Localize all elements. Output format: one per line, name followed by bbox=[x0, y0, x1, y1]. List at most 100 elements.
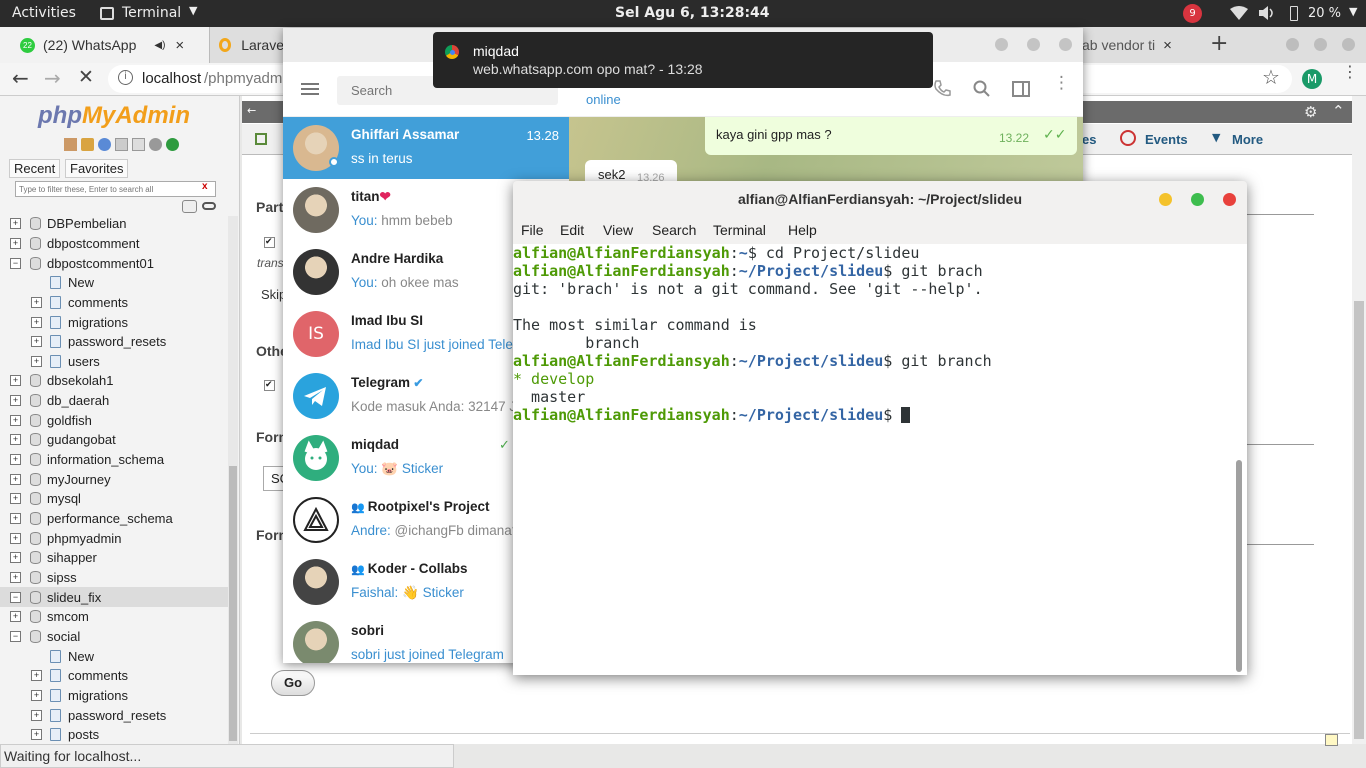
close-window-button[interactable] bbox=[1342, 38, 1355, 51]
minimize-button[interactable] bbox=[1286, 38, 1299, 51]
main-scrollbar[interactable] bbox=[1352, 96, 1366, 744]
tab-vendor[interactable]: ab vendor ti × bbox=[1082, 27, 1192, 63]
tree-database-item[interactable]: + dbpostcomment bbox=[0, 234, 228, 254]
go-button[interactable]: Go bbox=[271, 670, 315, 696]
tree-database-item[interactable]: + goldfish bbox=[0, 411, 228, 431]
maximize-button[interactable] bbox=[1314, 38, 1327, 51]
expand-icon[interactable]: + bbox=[10, 493, 21, 505]
menu-view[interactable]: View bbox=[603, 222, 633, 238]
collapse-icon[interactable]: − bbox=[10, 630, 21, 642]
expand-icon[interactable]: + bbox=[10, 552, 21, 564]
tree-database-item[interactable]: + information_schema bbox=[0, 450, 228, 470]
tree-table-item[interactable]: + password_resets bbox=[0, 705, 228, 725]
minimize-button[interactable] bbox=[1159, 193, 1172, 206]
tree-database-item[interactable]: + myJourney bbox=[0, 469, 228, 489]
collapse-all-icon[interactable] bbox=[182, 200, 197, 213]
expand-icon[interactable]: + bbox=[31, 689, 42, 701]
maximize-button[interactable] bbox=[1191, 193, 1204, 206]
logout-icon[interactable] bbox=[81, 138, 94, 151]
db-filter-input[interactable] bbox=[15, 181, 216, 197]
expand-icon[interactable]: + bbox=[10, 237, 21, 249]
notification-badge[interactable]: 9 bbox=[1183, 4, 1202, 23]
structure-icon[interactable] bbox=[255, 133, 267, 145]
expand-icon[interactable]: + bbox=[10, 454, 21, 466]
tree-database-item[interactable]: − social bbox=[0, 627, 228, 647]
tree-table-item[interactable]: + comments bbox=[0, 293, 228, 313]
scrollbar-thumb[interactable] bbox=[1354, 301, 1364, 739]
tree-table-item[interactable]: New bbox=[0, 646, 228, 666]
chat-list-item[interactable]: Ghiffari Assamar 13.28 ss in terus bbox=[283, 117, 569, 179]
checkbox[interactable]: ✔ bbox=[264, 237, 275, 248]
tree-table-item[interactable]: New bbox=[0, 273, 228, 293]
expand-icon[interactable]: + bbox=[31, 355, 42, 367]
tree-table-item[interactable]: + migrations bbox=[0, 312, 228, 332]
expand-icon[interactable]: + bbox=[31, 670, 42, 682]
collapse-icon[interactable]: ⌃ bbox=[1332, 102, 1345, 120]
tree-table-item[interactable]: + migrations bbox=[0, 686, 228, 706]
help-icon[interactable] bbox=[98, 138, 111, 151]
tree-database-item[interactable]: + db_daerah bbox=[0, 391, 228, 411]
bookmark-star-icon[interactable]: ☆ bbox=[1262, 65, 1280, 89]
recent-button[interactable]: Recent bbox=[9, 159, 61, 178]
terminal-scrollbar[interactable] bbox=[1236, 460, 1242, 672]
tree-database-item[interactable]: − slideu_fix bbox=[0, 587, 228, 607]
docs-icon[interactable] bbox=[115, 138, 128, 151]
scrollbar-thumb[interactable] bbox=[229, 466, 237, 741]
tab-laravel[interactable]: Larave bbox=[211, 27, 284, 63]
close-window-button[interactable] bbox=[1223, 193, 1236, 206]
system-menu-chevron-icon[interactable]: ▼ bbox=[1349, 5, 1357, 18]
forward-icon[interactable]: → bbox=[44, 66, 61, 90]
expand-icon[interactable]: + bbox=[31, 709, 42, 721]
pma-logo[interactable]: phpMyAdmin bbox=[38, 102, 190, 130]
tree-database-item[interactable]: + dbsekolah1 bbox=[0, 371, 228, 391]
expand-icon[interactable]: + bbox=[31, 316, 42, 328]
tree-database-item[interactable]: + phpmyadmin bbox=[0, 528, 228, 548]
battery-icon[interactable] bbox=[1290, 6, 1298, 21]
hamburger-menu-icon[interactable] bbox=[301, 83, 319, 85]
menu-search[interactable]: Search bbox=[652, 222, 696, 238]
profile-avatar[interactable]: M bbox=[1302, 69, 1322, 89]
tab-more[interactable]: More bbox=[1232, 132, 1263, 147]
maximize-button[interactable] bbox=[1027, 38, 1040, 51]
minimize-button[interactable] bbox=[995, 38, 1008, 51]
console-icon[interactable] bbox=[1325, 734, 1338, 746]
chrome-menu-icon[interactable]: ⋮ bbox=[1342, 64, 1358, 80]
tree-table-item[interactable]: + password_resets bbox=[0, 332, 228, 352]
terminal-body[interactable]: alfian@AlfianFerdiansyah:~$ cd Project/s… bbox=[513, 244, 1247, 675]
close-tab-icon[interactable]: × bbox=[1163, 37, 1172, 54]
collapse-icon[interactable]: − bbox=[10, 591, 21, 603]
expand-icon[interactable]: + bbox=[10, 513, 21, 525]
tab-events[interactable]: Events bbox=[1145, 132, 1188, 147]
info-icon[interactable]: i bbox=[118, 70, 133, 85]
outgoing-message[interactable]: kaya gini gpp mas ? 13.22 ✓✓ bbox=[705, 117, 1077, 155]
favorites-button[interactable]: Favorites bbox=[65, 159, 129, 178]
clock[interactable]: Sel Agu 6, 13:28:44 bbox=[615, 5, 770, 21]
settings-gear-icon[interactable]: ⚙ bbox=[1304, 103, 1317, 121]
tree-database-item[interactable]: + gudangobat bbox=[0, 430, 228, 450]
expand-icon[interactable]: + bbox=[10, 473, 21, 485]
app-menu-button[interactable]: Terminal bbox=[122, 5, 181, 21]
tree-database-item[interactable]: + smcom bbox=[0, 607, 228, 627]
menu-help[interactable]: Help bbox=[788, 222, 817, 238]
expand-icon[interactable]: + bbox=[10, 611, 21, 623]
tree-database-item[interactable]: + sipss bbox=[0, 568, 228, 588]
new-tab-button[interactable]: + bbox=[1210, 31, 1228, 56]
expand-icon[interactable]: + bbox=[10, 434, 21, 446]
link-icon[interactable] bbox=[202, 202, 216, 210]
checkbox[interactable]: ✔ bbox=[264, 380, 275, 391]
expand-icon[interactable]: + bbox=[31, 336, 42, 348]
tree-table-item[interactable]: + comments bbox=[0, 666, 228, 686]
tree-table-item[interactable]: + posts bbox=[0, 725, 228, 745]
menu-edit[interactable]: Edit bbox=[560, 222, 584, 238]
menu-terminal[interactable]: Terminal bbox=[713, 222, 766, 238]
back-icon[interactable]: ← bbox=[12, 66, 29, 90]
more-menu-icon[interactable]: ⋮ bbox=[1053, 75, 1070, 92]
expand-icon[interactable]: + bbox=[10, 218, 21, 230]
expand-icon[interactable]: + bbox=[10, 375, 21, 387]
close-window-button[interactable] bbox=[1059, 38, 1072, 51]
home-icon[interactable] bbox=[64, 138, 77, 151]
wifi-icon[interactable] bbox=[1230, 6, 1248, 20]
sidebar-toggle-icon[interactable] bbox=[1012, 81, 1030, 97]
reload-icon[interactable] bbox=[166, 138, 179, 151]
tree-database-item[interactable]: + sihapper bbox=[0, 548, 228, 568]
